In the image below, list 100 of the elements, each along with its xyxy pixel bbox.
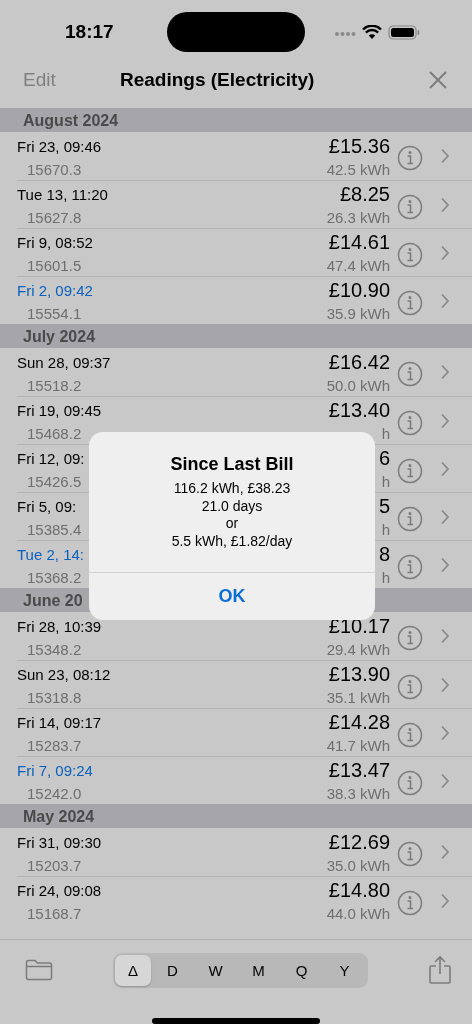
meter-reading: 15168.7 xyxy=(27,905,82,922)
usage-amount: h xyxy=(381,425,390,442)
chevron-icon xyxy=(440,772,450,789)
meter-reading: 15518.2 xyxy=(27,376,82,394)
reading-date: Fri 23, 09:46 xyxy=(17,137,102,155)
chevron-icon xyxy=(440,676,450,693)
reading-row[interactable]: Sun 28, 09:37 15518.2 £16.42 50.0 kWh xyxy=(17,348,472,396)
usage-amount: 50.0 kWh xyxy=(326,376,390,394)
reading-date: Fri 28, 10:39 xyxy=(17,617,102,635)
meter-reading: 15554.1 xyxy=(27,305,82,322)
info-icon[interactable] xyxy=(397,409,423,436)
reading-date: Fri 9, 08:52 xyxy=(17,234,93,251)
chevron-icon xyxy=(440,892,450,909)
reading-row[interactable]: Fri 24, 09:08 15168.7 £14.80 44.0 kWh xyxy=(17,876,472,924)
info-icon[interactable] xyxy=(397,889,423,916)
section-header: July 2024 xyxy=(0,324,472,348)
period-segment[interactable]: D xyxy=(151,954,194,986)
reading-date: Sun 23, 08:12 xyxy=(17,666,111,683)
cost-amount: £14.61 xyxy=(328,231,390,254)
alert-title: Since Last Bill xyxy=(170,454,294,475)
info-icon[interactable] xyxy=(397,289,423,316)
period-segment[interactable]: Δ xyxy=(115,954,151,986)
reading-date: Fri 12, 09: xyxy=(17,450,85,467)
battery-icon xyxy=(388,24,420,40)
period-segment[interactable]: Q xyxy=(280,954,323,986)
cost-amount: 5 xyxy=(378,495,390,518)
meter-reading: 15601.5 xyxy=(27,257,82,274)
cost-amount: £14.80 xyxy=(328,879,390,902)
reading-date: Fri 2, 09:42 xyxy=(17,282,93,299)
cost-amount: £15.36 xyxy=(328,134,390,158)
usage-amount: 38.3 kWh xyxy=(326,785,390,802)
period-segment[interactable]: Y xyxy=(323,954,366,986)
wifi-icon xyxy=(362,24,382,40)
cost-amount: £13.47 xyxy=(328,759,390,782)
usage-amount: 29.4 kWh xyxy=(326,640,390,658)
share-icon[interactable] xyxy=(428,955,452,985)
cost-amount: £12.69 xyxy=(328,830,390,854)
chevron-icon xyxy=(440,460,450,477)
reading-row[interactable]: Fri 9, 08:52 15601.5 £14.61 47.4 kWh xyxy=(17,228,472,276)
alert-message: 116.2 kWh, £38.23 21.0 days or 5.5 kWh, £1.82/day xyxy=(171,480,293,550)
reading-row[interactable]: Fri 31, 09:30 15203.7 £12.69 35.0 kWh xyxy=(17,828,472,876)
cost-amount: 8 xyxy=(378,543,390,566)
close-icon[interactable] xyxy=(428,70,448,90)
reading-date: Tue 2, 14: xyxy=(17,546,84,563)
period-segment[interactable]: M xyxy=(237,954,280,986)
reading-date: Fri 19, 09:45 xyxy=(17,402,102,419)
reading-date: Fri 14, 09:17 xyxy=(17,714,102,731)
meter-reading: 15468.2 xyxy=(27,425,82,442)
info-icon[interactable] xyxy=(397,625,423,651)
info-icon[interactable] xyxy=(397,721,423,748)
cost-amount: £14.28 xyxy=(328,711,390,734)
chevron-icon xyxy=(440,508,450,525)
reading-date: Fri 24, 09:08 xyxy=(17,882,102,899)
screen-title: Readings (Electricity) xyxy=(120,69,316,91)
reading-row[interactable]: Fri 23, 09:46 15670.3 £15.36 42.5 kWh xyxy=(17,132,472,180)
section-header: May 2024 xyxy=(0,804,472,828)
meter-reading: 15368.2 xyxy=(27,569,82,586)
folder-icon[interactable] xyxy=(25,959,53,981)
reading-date: Fri 5, 09: xyxy=(17,498,77,515)
info-icon[interactable] xyxy=(397,505,423,532)
cost-amount: £8.25 xyxy=(339,183,390,206)
reading-date: Tue 13, 11:20 xyxy=(17,186,108,203)
usage-amount: 35.9 kWh xyxy=(326,305,390,322)
reading-date: Fri 31, 09:30 xyxy=(17,833,102,851)
info-icon[interactable] xyxy=(397,673,423,700)
info-icon[interactable] xyxy=(397,145,423,171)
info-icon[interactable] xyxy=(397,361,423,387)
reading-row[interactable]: Tue 13, 11:20 15627.8 £8.25 26.3 kWh xyxy=(17,180,472,228)
signal-icon xyxy=(334,31,356,37)
meter-reading: 15670.3 xyxy=(27,160,82,178)
reading-row[interactable]: Sun 23, 08:12 15318.8 £13.90 35.1 kWh xyxy=(17,660,472,708)
chevron-icon xyxy=(440,556,450,573)
meter-reading: 15385.4 xyxy=(27,521,82,538)
info-icon[interactable] xyxy=(397,193,423,220)
period-segment[interactable]: W xyxy=(194,954,237,986)
chevron-icon xyxy=(440,196,450,213)
usage-amount: 35.0 kWh xyxy=(326,856,390,874)
info-icon[interactable] xyxy=(397,457,423,484)
chevron-icon xyxy=(440,844,450,860)
meter-reading: 15426.5 xyxy=(27,473,82,490)
info-icon[interactable] xyxy=(397,841,423,867)
usage-amount: 44.0 kWh xyxy=(326,905,390,922)
info-icon[interactable] xyxy=(397,241,423,268)
cost-amount: £16.42 xyxy=(328,350,390,374)
chevron-icon xyxy=(440,628,450,644)
cost-amount: £10.90 xyxy=(328,279,390,302)
usage-amount: 42.5 kWh xyxy=(326,160,390,178)
usage-amount: 35.1 kWh xyxy=(326,689,390,706)
reading-date: Fri 7, 09:24 xyxy=(17,762,93,779)
chevron-icon xyxy=(440,148,450,164)
reading-row[interactable]: Fri 14, 09:17 15283.7 £14.28 41.7 kWh xyxy=(17,708,472,756)
cost-amount: 6 xyxy=(378,447,390,470)
chevron-icon xyxy=(440,244,450,261)
meter-reading: 15283.7 xyxy=(27,737,82,754)
status-time: 18:17 xyxy=(65,21,115,43)
info-icon[interactable] xyxy=(397,769,423,796)
meter-reading: 15348.2 xyxy=(27,640,82,658)
info-icon[interactable] xyxy=(397,553,423,580)
usage-amount: h xyxy=(381,569,390,586)
usage-amount: h xyxy=(381,521,390,538)
